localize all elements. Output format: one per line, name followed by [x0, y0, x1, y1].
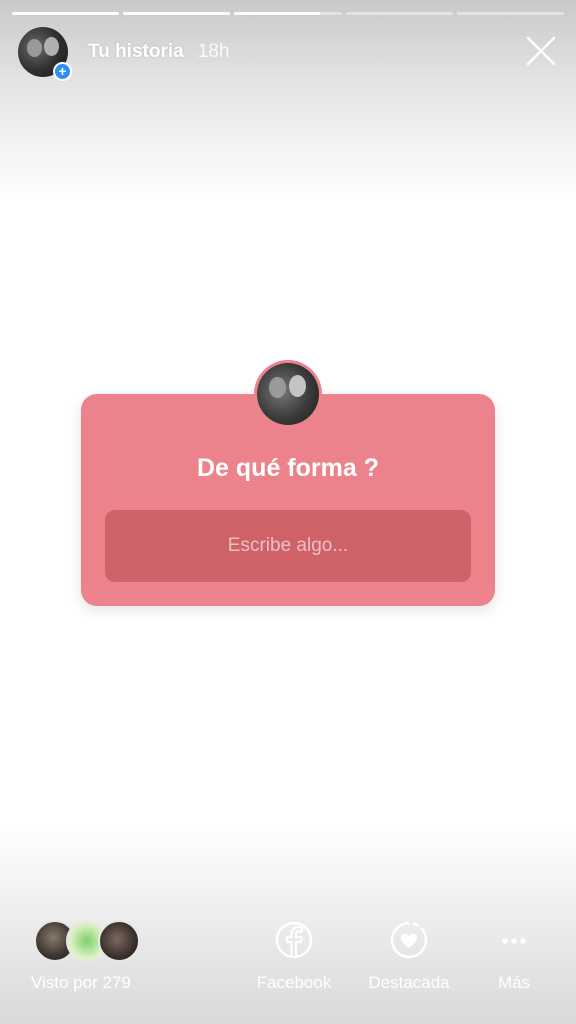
progress-segment — [456, 12, 565, 15]
highlight-button[interactable]: Destacada — [364, 920, 454, 993]
facebook-icon — [275, 921, 313, 959]
more-button[interactable]: Más — [469, 920, 559, 993]
highlight-heart-icon — [390, 921, 428, 959]
answer-input[interactable]: Escribe algo... — [105, 510, 471, 582]
progress-segment — [123, 12, 231, 15]
progress-segment — [12, 12, 120, 15]
story-header: + Tu historia 18h — [18, 26, 558, 81]
progress-segment — [234, 12, 342, 15]
more-icon — [502, 938, 526, 944]
facebook-button[interactable]: Facebook — [249, 920, 339, 993]
close-icon[interactable] — [524, 34, 558, 68]
add-story-plus-icon[interactable]: + — [53, 62, 72, 81]
progress-segment — [345, 12, 453, 15]
sticker-avatar — [254, 360, 322, 428]
more-label: Más — [497, 973, 531, 992]
facebook-label: Facebook — [256, 973, 332, 992]
question-text: De qué forma ? — [197, 454, 379, 482]
viewer-avatars[interactable] — [34, 920, 144, 964]
story-progress-bar — [12, 12, 565, 15]
profile-avatar[interactable]: + — [18, 27, 72, 81]
highlight-label: Destacada — [368, 973, 450, 992]
viewed-by-count[interactable]: Visto por 279 — [31, 973, 131, 993]
story-title[interactable]: Tu historia — [88, 41, 184, 63]
viewer-avatar — [98, 920, 140, 962]
story-timestamp: 18h — [197, 41, 230, 62]
